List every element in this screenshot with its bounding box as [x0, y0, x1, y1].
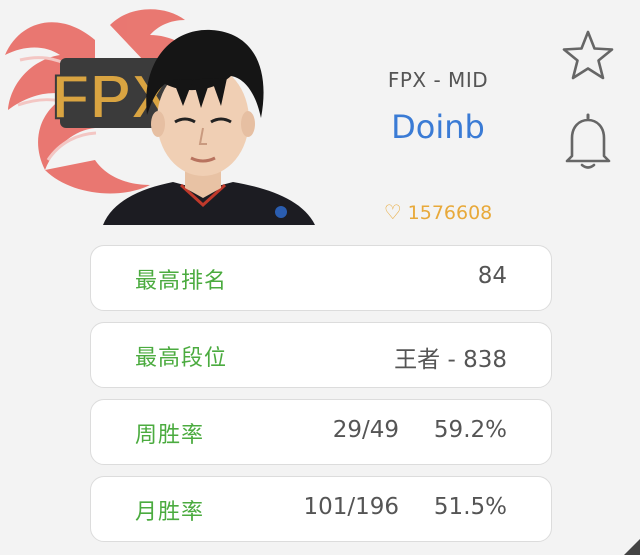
stat-record: 101/196	[303, 494, 399, 520]
stat-label: 周胜率	[135, 423, 205, 448]
heart-outline-icon: ♡	[383, 200, 402, 224]
corner-fold	[624, 539, 640, 555]
stat-card-highest-rank: 最高排名 84	[90, 245, 552, 311]
stat-value: 王者 - 838	[394, 347, 507, 373]
bell-outline-icon[interactable]	[562, 112, 614, 172]
player-name: Doinb	[391, 108, 485, 146]
stat-label: 月胜率	[135, 500, 205, 525]
player-portrait	[103, 29, 315, 225]
likes-count[interactable]: ♡ 1576608	[340, 200, 536, 224]
stat-card-monthly-winrate: 月胜率 101/196 51.5%	[90, 476, 552, 542]
likes-value: 1576608	[407, 202, 493, 224]
team-position: FPX - MID	[387, 68, 489, 92]
stat-value: 84	[477, 263, 507, 289]
stat-card-weekly-winrate: 周胜率 29/49 59.2%	[90, 399, 552, 465]
stat-value: 51.5%	[433, 494, 507, 520]
stat-label: 最高排名	[135, 269, 228, 294]
stat-value: 59.2%	[433, 417, 507, 443]
stat-card-highest-tier: 最高段位 王者 - 838	[90, 322, 552, 388]
star-outline-icon[interactable]	[560, 28, 616, 84]
stat-record: 29/49	[332, 417, 399, 443]
stat-label: 最高段位	[135, 346, 228, 371]
stats-list: 最高排名 84 最高段位 王者 - 838 周胜率 29/49 59.2% 月胜…	[90, 245, 552, 553]
